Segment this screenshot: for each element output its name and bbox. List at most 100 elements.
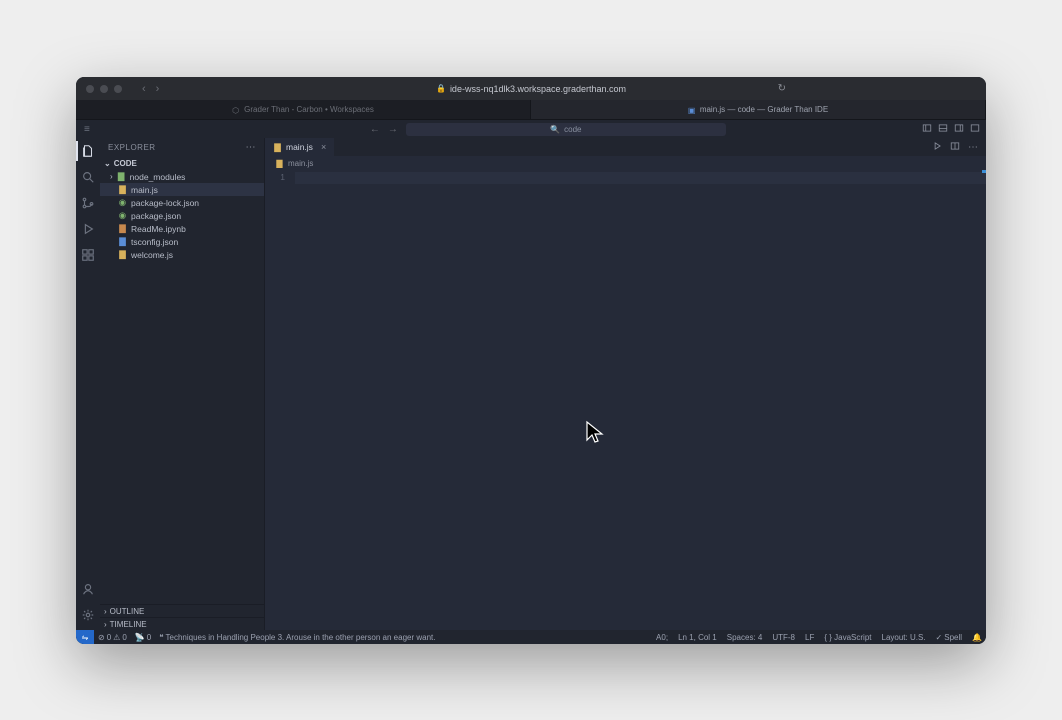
line-number: 1 (265, 172, 285, 182)
extensions-icon[interactable] (81, 248, 95, 262)
history-nav: ← → (370, 124, 398, 135)
toggle-secondary-sidebar-icon[interactable] (954, 123, 964, 136)
browser-tab-strip: ⬡ Grader Than - Carbon • Workspaces ▣ ma… (76, 100, 986, 120)
notifications-icon[interactable]: 🔔 (972, 633, 982, 642)
line-gutter: 1 (265, 170, 295, 182)
status-problems[interactable]: ⊘0 ⚠0 (98, 633, 127, 642)
explorer-header: EXPLORER ⋯ (100, 138, 264, 156)
editor-tab-label: main.js (286, 142, 313, 152)
file-tree: › ▇ node_modules ▇ main.js ◉ package-loc… (100, 170, 264, 261)
file-name: ReadMe.ipynb (131, 224, 186, 234)
workspace-root-label: CODE (114, 159, 137, 168)
browser-titlebar: ‹ › 🔒 ide-wss-nq1dlk3.workspace.graderth… (76, 77, 986, 100)
file-name: welcome.js (131, 250, 173, 260)
window-zoom-button[interactable] (114, 85, 122, 93)
browser-url-text: ide-wss-nq1dlk3.workspace.graderthan.com (450, 84, 626, 94)
tab-favicon: ▣ (688, 106, 696, 114)
breadcrumb[interactable]: ▇ main.js (265, 156, 986, 170)
status-ports[interactable]: 📡0 (135, 633, 151, 642)
file-item[interactable]: ▇ welcome.js (100, 248, 264, 261)
current-line-highlight (295, 172, 986, 184)
status-spell[interactable]: ✓ Spell (936, 633, 963, 642)
browser-tab[interactable]: ⬡ Grader Than - Carbon • Workspaces (76, 100, 531, 119)
browser-url-bar[interactable]: 🔒 ide-wss-nq1dlk3.workspace.graderthan.c… (436, 84, 626, 94)
run-debug-icon[interactable] (81, 222, 95, 236)
file-item[interactable]: ▇ tsconfig.json (100, 235, 264, 248)
editor-tab[interactable]: ▇ main.js × (265, 138, 334, 156)
tsconfig-file-icon: ▇ (118, 237, 127, 246)
account-icon[interactable] (81, 582, 95, 596)
status-quote-text: Techniques in Handling People 3. Arouse … (166, 633, 436, 642)
gear-icon[interactable] (81, 608, 95, 622)
explorer-more-icon[interactable]: ⋯ (246, 142, 257, 153)
close-icon[interactable]: × (321, 142, 326, 152)
split-editor-icon[interactable] (950, 141, 960, 154)
file-item[interactable]: ▇ main.js (100, 183, 264, 196)
status-encoding[interactable]: UTF-8 (772, 633, 795, 642)
file-name: main.js (131, 185, 158, 195)
run-icon[interactable] (932, 141, 942, 154)
json-file-icon: ◉ (118, 211, 127, 220)
status-eol[interactable]: LF (805, 633, 814, 642)
vscode-body: EXPLORER ⋯ ⌄ CODE › ▇ node_modules ▇ mai… (76, 138, 986, 630)
search-icon[interactable] (81, 170, 95, 184)
browser-tab-label: Grader Than - Carbon • Workspaces (244, 105, 374, 114)
search-icon: 🔍 (550, 125, 560, 134)
ports-icon: 📡 (135, 633, 145, 642)
file-name: package.json (131, 211, 181, 221)
tab-favicon: ⬡ (232, 106, 240, 114)
reload-icon[interactable]: ↻ (778, 83, 786, 94)
explorer-icon[interactable] (81, 144, 95, 158)
window-close-button[interactable] (86, 85, 94, 93)
js-file-icon: ▇ (118, 185, 127, 194)
file-name: package-lock.json (131, 198, 199, 208)
explorer-sidebar: EXPLORER ⋯ ⌄ CODE › ▇ node_modules ▇ mai… (100, 138, 265, 630)
warning-icon: ⚠ (113, 633, 120, 642)
menu-icon[interactable]: ≡ (84, 124, 90, 135)
more-icon[interactable]: ⋯ (968, 142, 978, 153)
app-window: ‹ › 🔒 ide-wss-nq1dlk3.workspace.graderth… (76, 77, 986, 644)
file-item[interactable]: ◉ package-lock.json (100, 196, 264, 209)
js-file-icon: ▇ (273, 143, 282, 152)
status-quote[interactable]: ❝ Techniques in Handling People 3. Arous… (159, 633, 435, 642)
activity-bar (76, 138, 100, 630)
status-bar: ⇋ ⊘0 ⚠0 📡0 ❝ Techniques in Handling Peop… (76, 630, 986, 644)
history-forward-button[interactable]: → (388, 124, 398, 135)
chevron-right-icon: › (104, 620, 107, 629)
status-indent[interactable]: Spaces: 4 (727, 633, 763, 642)
browser-nav: ‹ › (142, 83, 159, 95)
lock-icon: 🔒 (436, 84, 446, 93)
editor-content[interactable]: 1 (265, 170, 986, 630)
file-item[interactable]: ◉ package.json (100, 209, 264, 222)
remote-indicator[interactable]: ⇋ (76, 630, 94, 644)
command-center-search[interactable]: 🔍 code (406, 123, 726, 136)
status-brand[interactable]: A0; (656, 633, 668, 642)
customize-layout-icon[interactable] (970, 123, 980, 136)
browser-tab[interactable]: ▣ main.js — code — Grader Than IDE (531, 100, 986, 119)
source-control-icon[interactable] (81, 196, 95, 210)
browser-forward-button[interactable]: › (156, 83, 160, 95)
search-placeholder: code (564, 125, 581, 134)
json-file-icon: ◉ (118, 198, 127, 207)
status-layout[interactable]: Layout: U.S. (882, 633, 926, 642)
file-name: tsconfig.json (131, 237, 178, 247)
browser-back-button[interactable]: ‹ (142, 83, 146, 95)
toggle-sidebar-icon[interactable] (922, 123, 932, 136)
window-minimize-button[interactable] (100, 85, 108, 93)
timeline-section[interactable]: › TIMELINE (100, 617, 264, 630)
toggle-panel-icon[interactable] (938, 123, 948, 136)
file-name: node_modules (130, 172, 186, 182)
layout-controls (922, 123, 980, 136)
workspace-root[interactable]: ⌄ CODE (100, 156, 264, 170)
status-language[interactable]: { } JavaScript (824, 633, 871, 642)
folder-item[interactable]: › ▇ node_modules (100, 170, 264, 183)
mouse-cursor-icon (585, 420, 607, 452)
traffic-lights (76, 85, 122, 93)
history-back-button[interactable]: ← (370, 124, 380, 135)
outline-label: OUTLINE (110, 607, 145, 616)
quote-icon: ❝ (159, 633, 163, 642)
editor-area: ▇ main.js × ⋯ ▇ main.js (265, 138, 986, 630)
file-item[interactable]: ▇ ReadMe.ipynb (100, 222, 264, 235)
outline-section[interactable]: › OUTLINE (100, 604, 264, 617)
status-ln-col[interactable]: Ln 1, Col 1 (678, 633, 717, 642)
